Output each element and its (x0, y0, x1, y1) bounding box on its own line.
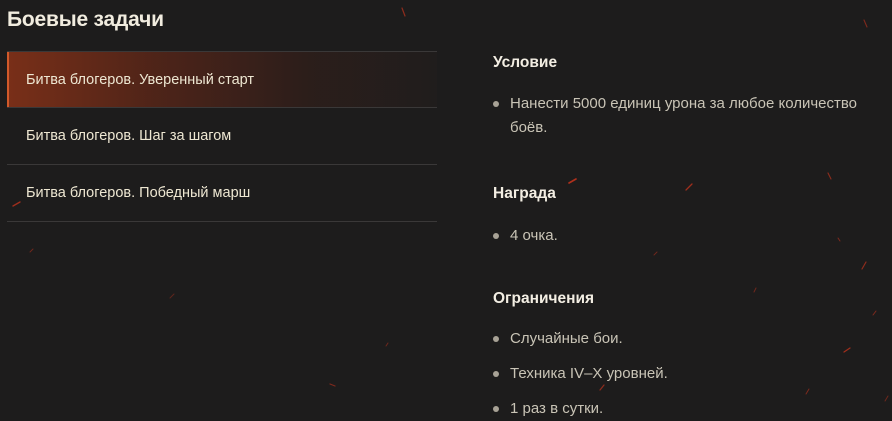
task-item-label: Битва блогеров. Уверенный старт (26, 71, 255, 88)
limits-item: Техника IV–X уровней. (493, 362, 892, 386)
condition-list: Нанести 5000 единиц урона за любое колич… (493, 92, 892, 140)
bullet-dot-icon (493, 371, 499, 377)
task-item-victory-march[interactable]: Битва блогеров. Победный марш (7, 165, 437, 222)
page-title: Боевые задачи (7, 8, 164, 31)
bullet-dot-icon (493, 336, 499, 342)
limits-title: Ограничения (493, 290, 595, 307)
reward-section: Награда 4 очка. (493, 183, 892, 248)
limits-item-text: Техника IV–X уровней. (510, 365, 668, 382)
reward-title: Награда (493, 185, 556, 202)
reward-list: 4 очка. (493, 224, 892, 248)
task-item-step-by-step[interactable]: Битва блогеров. Шаг за шагом (7, 108, 437, 165)
task-list: Битва блогеров. Уверенный старт Битва бл… (7, 51, 437, 222)
reward-item: 4 очка. (493, 224, 892, 248)
reward-item-text: 4 очка. (510, 227, 558, 244)
condition-section: Условие Нанести 5000 единиц урона за люб… (493, 52, 892, 140)
bullet-dot-icon (493, 101, 499, 107)
bullet-dot-icon (493, 406, 499, 412)
limits-item-text: Случайные бои. (510, 330, 623, 347)
limits-item-text: 1 раз в сутки. (510, 400, 604, 417)
limits-item: Случайные бои. (493, 327, 892, 351)
bullet-dot-icon (493, 233, 499, 239)
condition-item-text: Нанести 5000 единиц урона за любое колич… (510, 95, 858, 136)
condition-item: Нанести 5000 единиц урона за любое колич… (493, 92, 892, 140)
limits-list: Случайные бои. Техника IV–X уровней. 1 р… (493, 327, 892, 421)
task-item-label: Битва блогеров. Шаг за шагом (26, 128, 232, 144)
limits-section: Ограничения Случайные бои. Техника IV–X … (493, 288, 892, 421)
task-item-label: Битва блогеров. Победный марш (26, 185, 251, 201)
task-item-confident-start[interactable]: Битва блогеров. Уверенный старт (7, 52, 437, 108)
condition-title: Условие (493, 54, 558, 71)
limits-item: 1 раз в сутки. (493, 397, 892, 421)
